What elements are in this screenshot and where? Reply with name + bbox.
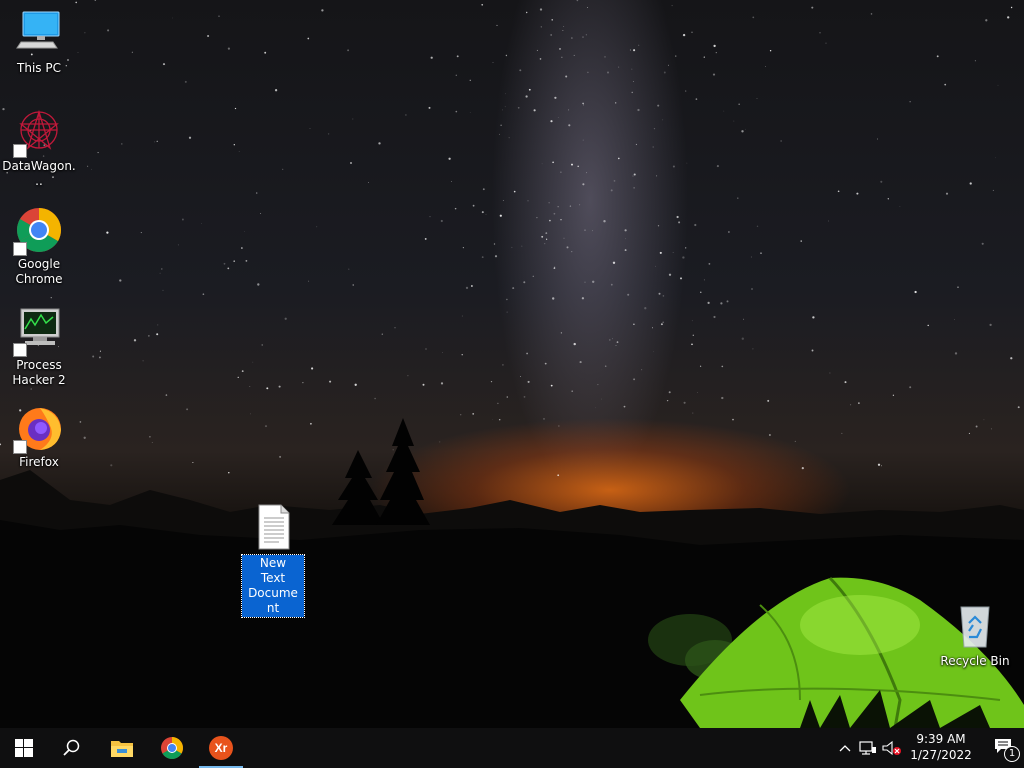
desktop-icon-label: Firefox [19, 455, 59, 469]
desktop-icon-label: Google Chrome [15, 257, 63, 286]
shortcut-arrow-icon [13, 440, 27, 454]
shortcut-arrow-icon [13, 144, 27, 158]
desktop-icon-firefox[interactable]: Firefox [1, 404, 77, 470]
desktop-icon-label-selected: New Text Document [241, 554, 305, 618]
network-button[interactable] [856, 728, 880, 768]
start-button[interactable] [0, 728, 48, 768]
wallpaper-landscape [0, 418, 1024, 728]
firefox-icon [13, 404, 63, 454]
taskbar: Xr 9:39 AM 1/27/2022 1 [0, 728, 1024, 768]
shortcut-arrow-icon [13, 242, 27, 256]
clock[interactable]: 9:39 AM 1/27/2022 [906, 731, 976, 763]
xr-app-icon: Xr [209, 736, 233, 760]
computer-icon [15, 10, 63, 58]
taskbar-google-chrome[interactable] [148, 728, 196, 768]
desktop-icon-google-chrome[interactable]: Google Chrome [1, 206, 77, 287]
taskbar-xr-app[interactable]: Xr [197, 728, 245, 768]
text-document-icon [249, 504, 297, 552]
taskbar-file-explorer[interactable] [98, 728, 146, 768]
network-icon [859, 741, 876, 755]
desktop-icon-recycle-bin[interactable]: Recycle Bin [937, 603, 1013, 669]
desktop-icon-label: DataWagon... [2, 159, 76, 188]
system-tray: 9:39 AM 1/27/2022 1 [834, 728, 1024, 768]
desktop-icon-process-hacker[interactable]: Process Hacker 2 [1, 307, 77, 388]
xr-app-badge: Xr [214, 741, 228, 755]
desktop-icon-new-text-document[interactable]: New Text Document [235, 504, 311, 618]
notification-count-badge: 1 [1004, 746, 1020, 762]
chevron-up-icon [839, 745, 851, 752]
recycle-bin-icon [951, 603, 999, 651]
show-hidden-icons-button[interactable] [834, 728, 856, 768]
desktop[interactable]: This PC DataWagon... Google Chrome Proce… [0, 0, 1024, 728]
chrome-icon [161, 737, 183, 759]
search-button[interactable] [48, 728, 96, 768]
process-hacker-icon [13, 307, 63, 357]
desktop-icon-label: This PC [17, 61, 61, 75]
desktop-icon-this-pc[interactable]: This PC [1, 10, 77, 76]
desktop-icon-label: Recycle Bin [940, 654, 1010, 668]
chrome-icon [13, 206, 63, 256]
folder-icon [111, 741, 133, 757]
windows-logo-icon [15, 739, 33, 757]
desktop-icon-label: Process Hacker 2 [12, 358, 66, 387]
volume-muted-icon [882, 740, 901, 756]
action-center-icon: 1 [994, 738, 1020, 762]
clock-date: 1/27/2022 [910, 748, 972, 762]
shortcut-arrow-icon [13, 343, 27, 357]
datawagon-icon [13, 108, 63, 158]
search-icon [63, 739, 80, 756]
desktop-icon-datawagon[interactable]: DataWagon... [1, 108, 77, 189]
clock-time: 9:39 AM [916, 732, 966, 746]
volume-button[interactable] [880, 728, 904, 768]
action-center-button[interactable]: 1 [986, 728, 1022, 768]
